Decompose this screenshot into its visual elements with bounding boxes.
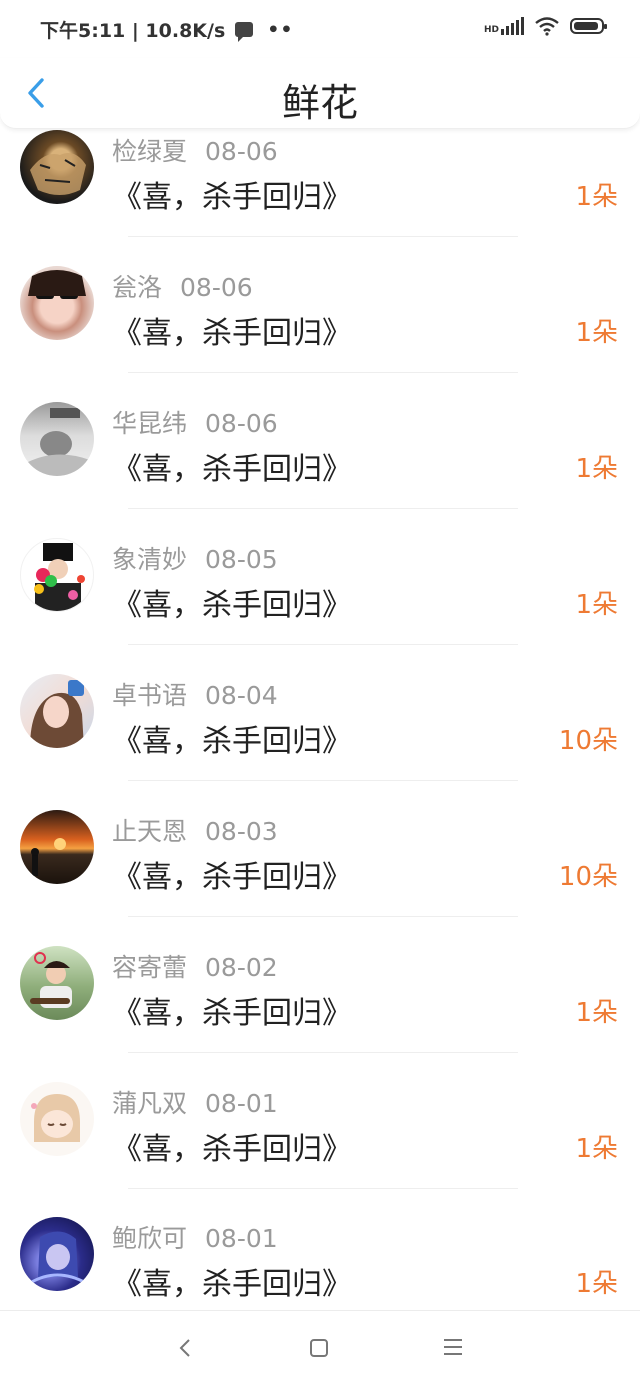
user-name: 华昆纬	[112, 409, 188, 438]
book-title: 《喜，杀手回归》	[112, 452, 352, 487]
list-item[interactable]: 止天恩 08-03 《喜，杀手回归》 10朵	[0, 810, 640, 946]
flower-count: 1朵	[575, 1269, 618, 1299]
divider	[128, 372, 518, 373]
user-meta: 象清妙 08-05	[112, 540, 278, 576]
flower-count: 1朵	[575, 318, 618, 348]
user-meta: 瓮洛 08-06	[112, 268, 253, 304]
page-title: 鲜花	[281, 81, 358, 125]
user-name: 卓书语	[112, 681, 188, 710]
avatar[interactable]	[20, 130, 94, 204]
avatar[interactable]	[20, 674, 94, 748]
cell-signal-icon: HD	[484, 17, 524, 35]
divider	[128, 1052, 518, 1053]
nav-menu-icon[interactable]	[444, 1339, 462, 1360]
user-meta: 容寄蕾 08-02	[112, 948, 278, 984]
nav-back-icon[interactable]	[178, 1337, 192, 1359]
notification-dots: ••	[267, 18, 294, 41]
list-item[interactable]: 容寄蕾 08-02 《喜，杀手回归》 1朵	[0, 946, 640, 1082]
avatar[interactable]	[20, 402, 94, 476]
list-item[interactable]: 蒲凡双 08-01 《喜，杀手回归》 1朵	[0, 1082, 640, 1218]
book-title: 《喜，杀手回归》	[112, 588, 352, 623]
status-right: HD	[484, 16, 607, 36]
date: 08-04	[205, 681, 278, 710]
date: 08-05	[205, 545, 278, 574]
message-icon	[235, 22, 254, 42]
flower-count: 1朵	[575, 998, 618, 1028]
date: 08-06	[205, 409, 278, 438]
divider	[128, 1188, 518, 1189]
user-name: 止天恩	[112, 817, 188, 846]
avatar[interactable]	[20, 946, 94, 1020]
divider	[128, 916, 518, 917]
battery-icon	[570, 18, 607, 34]
list-item[interactable]: 检绿夏 08-06 《喜，杀手回归》 1朵	[0, 130, 640, 266]
status-bar: 下午5:11 | 10.8K/s •• HD	[0, 0, 640, 58]
user-name: 蒲凡双	[112, 1089, 188, 1118]
nav-home-icon[interactable]	[310, 1339, 328, 1357]
user-meta: 检绿夏 08-06	[112, 132, 278, 168]
list-item[interactable]: 华昆纬 08-06 《喜，杀手回归》 1朵	[0, 402, 640, 538]
user-name: 象清妙	[112, 545, 188, 574]
avatar[interactable]	[20, 1082, 94, 1156]
avatar[interactable]	[20, 1217, 94, 1291]
user-meta: 华昆纬 08-06	[112, 404, 278, 440]
user-meta: 鲍欣可 08-01	[112, 1219, 278, 1255]
book-title: 《喜，杀手回归》	[112, 180, 352, 215]
list-item[interactable]: 卓书语 08-04 《喜，杀手回归》 10朵	[0, 674, 640, 810]
book-title: 《喜，杀手回归》	[112, 724, 352, 759]
book-title: 《喜，杀手回归》	[112, 1267, 352, 1302]
divider	[128, 236, 518, 237]
user-meta: 卓书语 08-04	[112, 676, 278, 712]
user-name: 检绿夏	[112, 137, 188, 166]
page-header: 鲜花	[0, 58, 640, 129]
list-item[interactable]: 象清妙 08-05 《喜，杀手回归》 1朵	[0, 538, 640, 674]
user-name: 容寄蕾	[112, 953, 188, 982]
book-title: 《喜，杀手回归》	[112, 316, 352, 351]
wifi-icon	[535, 17, 559, 36]
user-meta: 蒲凡双 08-01	[112, 1084, 278, 1120]
user-meta: 止天恩 08-03	[112, 812, 278, 848]
date: 08-06	[205, 137, 278, 166]
user-name: 瓮洛	[112, 273, 163, 302]
flower-count: 1朵	[575, 182, 618, 212]
flower-count: 1朵	[575, 454, 618, 484]
flower-count: 1朵	[575, 1134, 618, 1164]
flower-count: 10朵	[558, 726, 618, 756]
date: 08-01	[205, 1224, 278, 1253]
system-nav-bar	[0, 1310, 640, 1388]
book-title: 《喜，杀手回归》	[112, 860, 352, 895]
avatar[interactable]	[20, 538, 94, 612]
hd-label: HD	[483, 25, 499, 35]
date: 08-01	[205, 1089, 278, 1118]
divider	[128, 780, 518, 781]
status-time: 下午5:11 | 10.8K/s	[40, 20, 226, 42]
date: 08-03	[205, 817, 278, 846]
book-title: 《喜，杀手回归》	[112, 1132, 352, 1167]
divider	[128, 644, 518, 645]
flower-count: 10朵	[558, 862, 618, 892]
date: 08-06	[180, 273, 253, 302]
status-left: 下午5:11 | 10.8K/s ••	[40, 16, 294, 43]
user-name: 鲍欣可	[112, 1224, 188, 1253]
date: 08-02	[205, 953, 278, 982]
flower-count: 1朵	[575, 590, 618, 620]
book-title: 《喜，杀手回归》	[112, 996, 352, 1031]
list-item[interactable]: 瓮洛 08-06 《喜，杀手回归》 1朵	[0, 266, 640, 402]
avatar[interactable]	[20, 810, 94, 884]
avatar[interactable]	[20, 266, 94, 340]
divider	[128, 508, 518, 509]
